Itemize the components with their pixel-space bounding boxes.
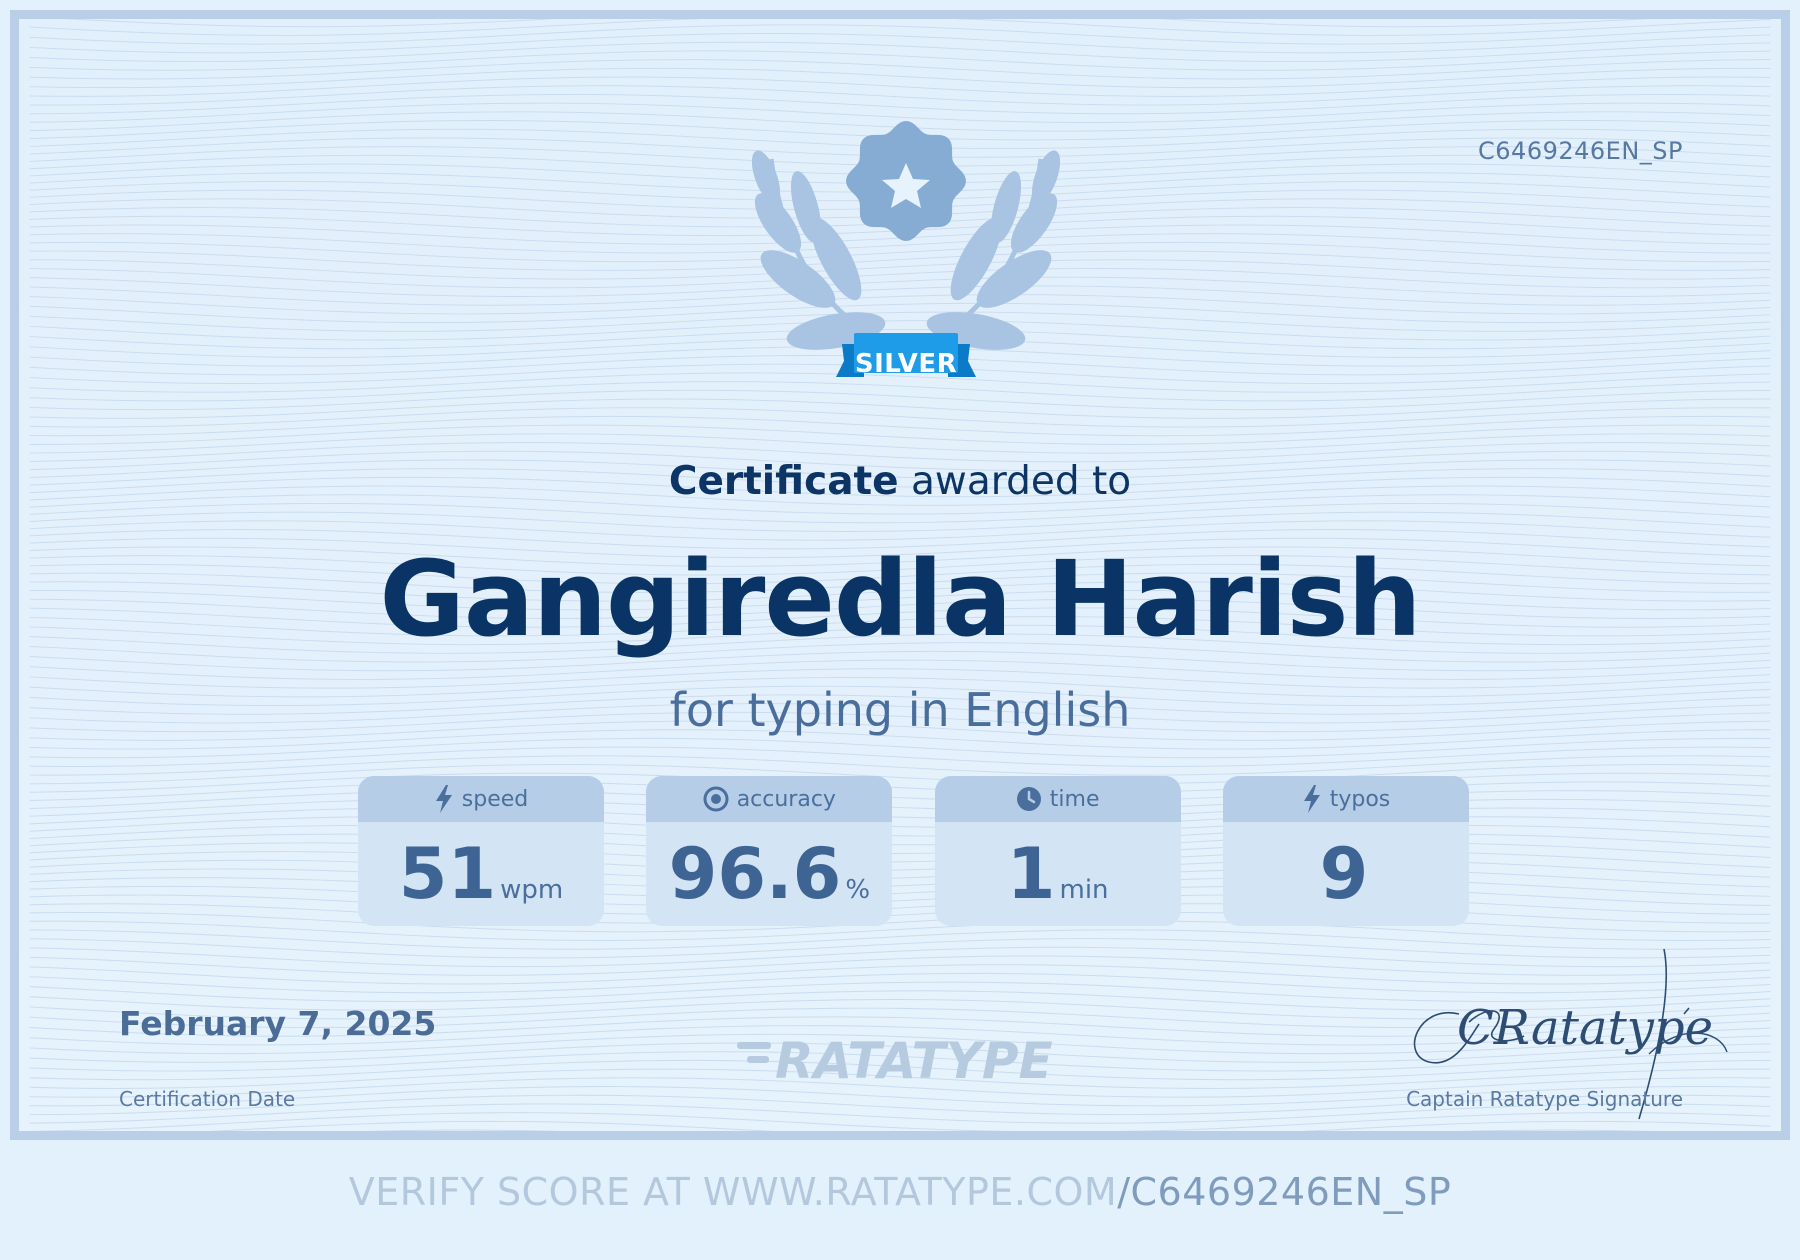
stat-label: time <box>1049 786 1100 812</box>
stat-time: time 1 min <box>934 776 1181 926</box>
certificate-subtitle: for typing in English <box>669 683 1131 737</box>
certification-date: February 7, 2025 <box>119 1004 437 1043</box>
guilloche-line <box>29 755 1771 776</box>
stat-speed: speed 51 wpm <box>358 776 604 926</box>
verify-link[interactable]: VERIFY SCORE AT WWW.RATATYPE.COM/C646924… <box>0 1170 1800 1214</box>
clock-icon <box>1016 787 1041 811</box>
guilloche-line <box>29 746 1771 767</box>
stat-label: typos <box>1329 786 1391 812</box>
target-icon <box>703 786 729 812</box>
heading-bold: Certificate <box>668 459 899 504</box>
stat-value: 51 <box>398 833 497 915</box>
guilloche-line <box>29 737 1771 759</box>
stat-accuracy: accuracy 96.6 % <box>646 776 893 926</box>
guilloche-line <box>29 76 1771 97</box>
signature-label: Captain Ratatype Signature <box>1406 1087 1683 1111</box>
ratatype-logo: RATATYPE <box>737 1032 1053 1090</box>
guilloche-line <box>29 24 1771 45</box>
guilloche-line <box>29 67 1771 89</box>
verify-suffix: /C6469246EN_SP <box>1117 1170 1452 1214</box>
guilloche-line <box>29 33 1771 54</box>
stat-unit: % <box>845 875 871 905</box>
guilloche-line <box>29 19 1771 36</box>
certificate-frame: C6469246EN_SP SILVER Certificate awarded… <box>10 10 1790 1140</box>
lightning-icon <box>1303 785 1320 813</box>
stat-label: accuracy <box>736 786 836 812</box>
stat-label: speed <box>461 786 529 812</box>
guilloche-line <box>62 19 1651 28</box>
guilloche-line <box>29 424 1771 445</box>
lightning-icon <box>435 785 452 813</box>
guilloche-line <box>29 415 1771 437</box>
guilloche-line <box>29 659 1771 680</box>
stat-unit: min <box>1059 875 1109 905</box>
heading-rest: awarded to <box>911 459 1132 504</box>
certificate-heading: Certificate awarded to <box>19 459 1781 504</box>
star-badge-icon <box>846 121 966 241</box>
certification-date-label: Certification Date <box>119 1087 296 1111</box>
stat-value: 1 <box>1006 833 1056 915</box>
stat-value: 96.6 <box>668 833 842 915</box>
stat-value: 9 <box>1319 833 1369 915</box>
logo-text: RATATYPE <box>775 1032 1053 1090</box>
guilloche-line <box>29 85 1771 106</box>
guilloche-line <box>29 511 1771 532</box>
stat-unit: wpm <box>500 875 564 905</box>
recipient-name: Gangiredla Harish <box>379 538 1421 660</box>
signature-text: CRatatype <box>1457 1000 1713 1056</box>
verify-prefix: VERIFY SCORE AT WWW.RATATYPE.COM <box>348 1170 1118 1214</box>
guilloche-line <box>368 1129 1655 1131</box>
guilloche-line <box>29 502 1771 524</box>
award-emblem: SILVER <box>716 119 1096 419</box>
certificate-id: C6469246EN_SP <box>1478 137 1683 165</box>
level-badge: SILVER <box>854 349 958 379</box>
stat-typos: typos 9 <box>1222 776 1469 926</box>
stats-row: speed 51 wpm accuracy 96.6 % time 1 min … <box>358 776 1469 926</box>
